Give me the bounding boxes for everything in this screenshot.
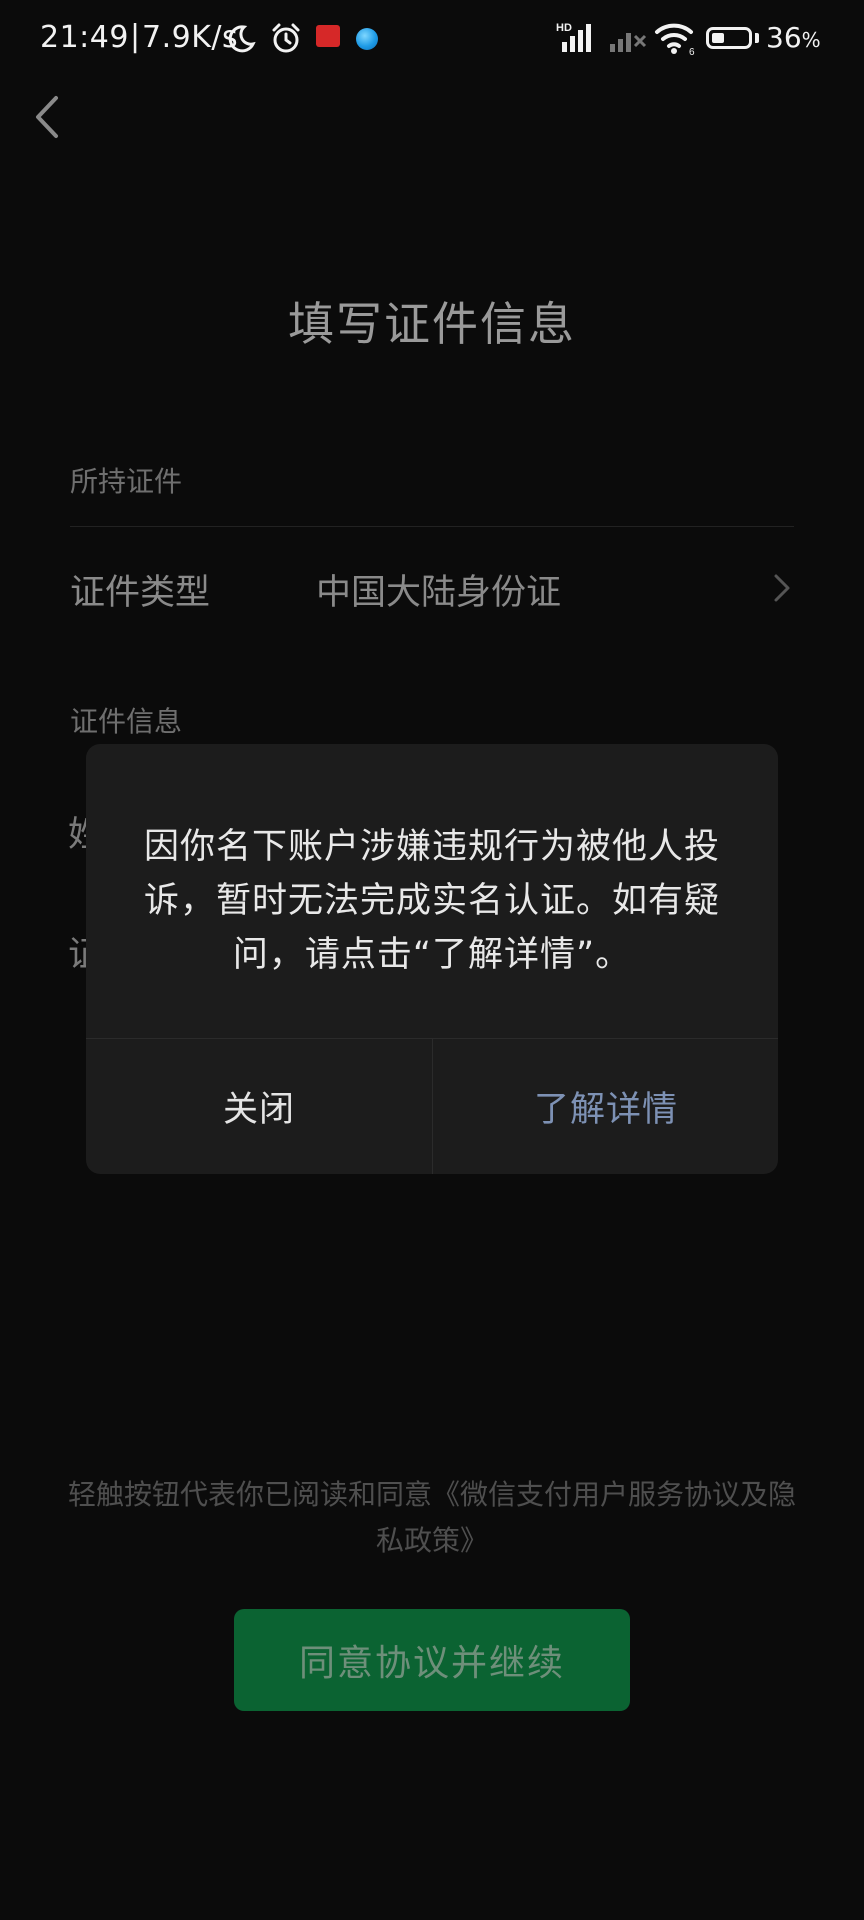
svg-text:6: 6 xyxy=(689,47,695,56)
dialog-message: 因你名下账户涉嫌违规行为被他人投诉，暂时无法完成实名认证。如有疑问，请点击“了解… xyxy=(143,827,720,975)
section-label-info: 证件信息 xyxy=(70,705,183,738)
battery-percent: 36% xyxy=(766,21,821,54)
page-title: 填写证件信息 xyxy=(288,297,576,351)
app-notification-blue-icon xyxy=(356,28,378,50)
battery-fill xyxy=(712,33,724,43)
battery-tip xyxy=(755,33,759,43)
status-time: 21:49 xyxy=(40,20,129,55)
alarm-icon xyxy=(272,23,300,53)
section-divider xyxy=(70,526,794,527)
alert-dialog: 因你名下账户涉嫌违规行为被他人投诉，暂时无法完成实名认证。如有疑问，请点击“了解… xyxy=(86,744,778,1174)
status-bar: 21:49 | 7.9K/s HD 6 36% xyxy=(0,0,864,78)
signal-hd-icon: HD xyxy=(556,22,591,52)
id-type-row[interactable]: 证件类型 中国大陆身份证 xyxy=(0,536,864,636)
moon-icon xyxy=(228,25,256,53)
battery-icon xyxy=(706,27,752,49)
id-type-label: 证件类型 xyxy=(70,573,211,613)
back-button[interactable] xyxy=(28,90,68,144)
section-label-held: 所持证件 xyxy=(70,465,183,498)
signal-no-sim-icon xyxy=(610,33,647,52)
learn-more-button[interactable]: 了解详情 xyxy=(433,1039,778,1174)
network-speed: 7.9K/s xyxy=(142,20,239,55)
agreement-text[interactable]: 轻触按钮代表你已阅读和同意《微信支付用户服务协议及隐私政策》 xyxy=(56,1472,808,1564)
chevron-left-icon xyxy=(36,96,58,138)
chevron-right-icon xyxy=(774,574,790,602)
network-badge-label: HD xyxy=(556,22,572,34)
close-button[interactable]: 关闭 xyxy=(86,1039,432,1174)
id-type-value: 中国大陆身份证 xyxy=(316,573,562,613)
app-notification-red-icon xyxy=(316,25,340,47)
wifi-6-icon: 6 xyxy=(655,23,695,56)
status-separator: | xyxy=(130,19,141,54)
agree-continue-button[interactable]: 同意协议并继续 xyxy=(234,1609,630,1711)
